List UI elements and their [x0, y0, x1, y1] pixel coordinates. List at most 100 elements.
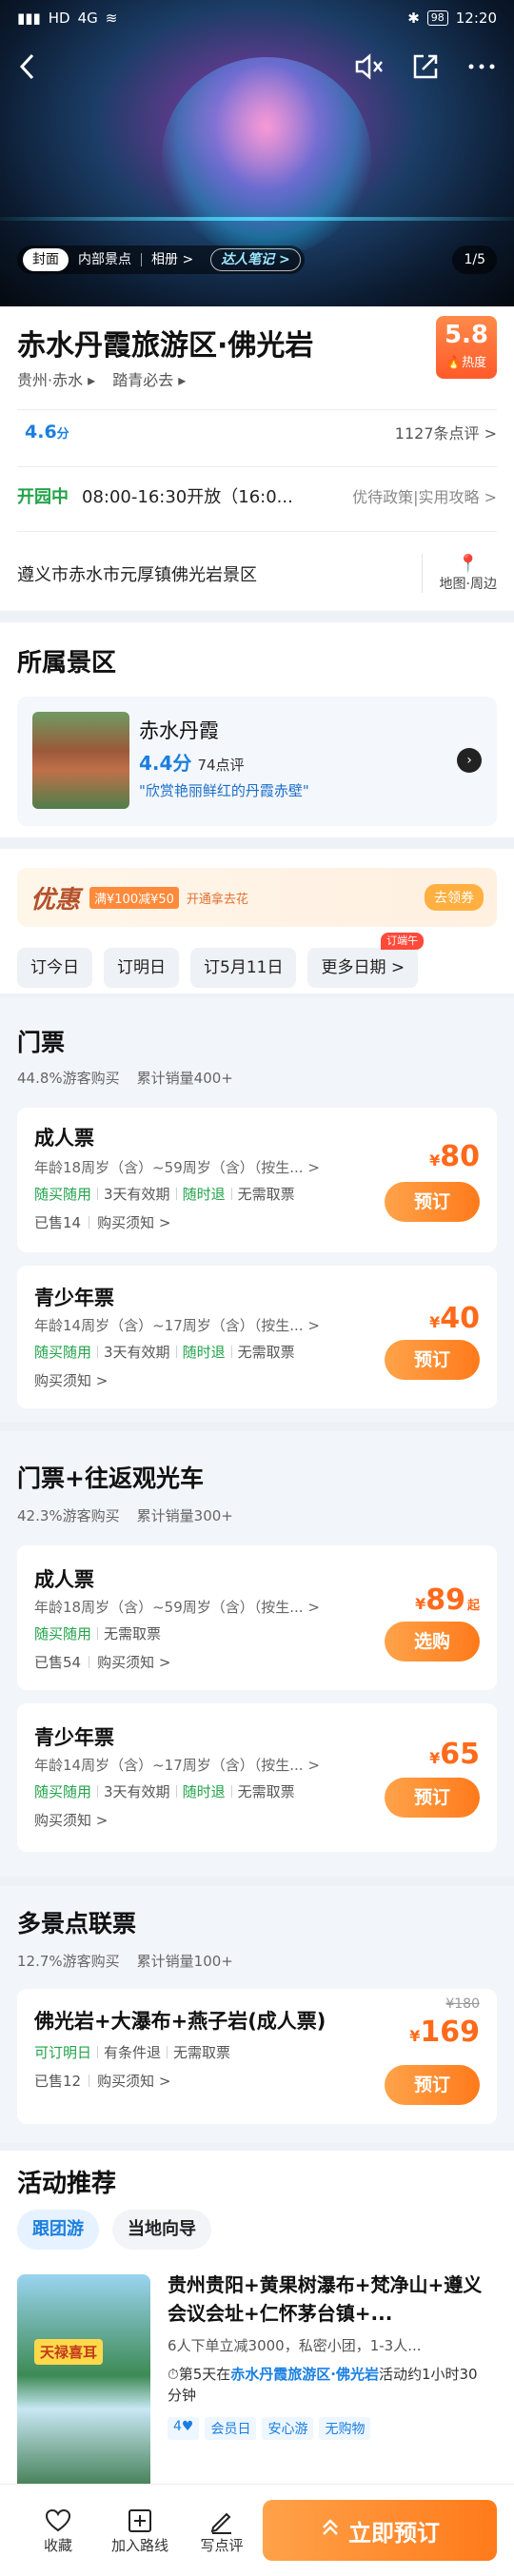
ticket-tags: 随买随用 3天有效期 随时退 无需取票 [34, 1783, 295, 1800]
ticket-card[interactable]: 成人票 年龄18周岁（含）~59周岁（含）（按生... > 随买随用 无需取票 … [17, 1545, 497, 1690]
ticket-card[interactable]: 成人票 年龄18周岁（含）~59周岁（含）（按生... > 随买随用 3天有效期… [17, 1108, 497, 1252]
date-selector: 订今日 订明日 订5月11日 更多日期 > 订端午 [17, 933, 425, 988]
add-route-button[interactable]: 加入路线 [99, 2507, 181, 2555]
status-bar: ▮▮▮ HD 4G ≋ ✱ 98 12:20 [0, 0, 514, 36]
heat-score: 5.8 [444, 321, 489, 349]
location-tags: 贵州·赤水 ▸ 踏青必去 ▸ [17, 367, 186, 390]
promo-banner[interactable]: 优惠 满¥100减¥50 开通拿去花 去领券 [17, 868, 497, 927]
divider [17, 466, 497, 467]
back-icon[interactable] [17, 52, 38, 81]
favorite-button[interactable]: 收藏 [17, 2507, 99, 2555]
group-stats: 42.3%游客购买 累计销量300+ [17, 1507, 233, 1524]
ticket-meta: 已售14 购买须知 > [34, 1212, 171, 1232]
book-now-button[interactable]: 立即预订 [263, 2500, 497, 2561]
chevron-right-icon[interactable]: › [457, 748, 482, 773]
activity-desc: 6人下单立减3000，私密小团，1-3人... [168, 2337, 422, 2354]
holiday-tag: 订端午 [381, 933, 425, 950]
activity-badges: 4♥ 会员日 安心游 无购物 [168, 2417, 371, 2440]
ticket-age[interactable]: 年龄14周岁（含）~17周岁（含）（按生... > [34, 1755, 320, 1775]
tab-group-tour[interactable]: 跟团游 [17, 2210, 99, 2250]
flame-icon: 🔥 [445, 356, 463, 370]
opening-hours: 08:00-16:30开放（16:0... [82, 487, 293, 507]
map-label: 地图·周边 [439, 577, 497, 592]
map-button[interactable]: 📍 地图·周边 [421, 554, 497, 593]
coupon-badge: 满¥100减¥50 [89, 886, 179, 909]
write-review-button[interactable]: 写点评 [181, 2507, 263, 2555]
book-button[interactable]: 预订 [385, 1182, 480, 1222]
heart-plus-icon [17, 2507, 99, 2535]
region-link[interactable]: 贵州·赤水 ▸ [17, 367, 95, 390]
tab-cover[interactable]: 封面 [23, 248, 69, 271]
nav-bar [0, 42, 514, 91]
claim-coupon-button[interactable]: 去领券 [425, 884, 484, 911]
purchase-notes-link[interactable]: 购买须知 > [97, 2071, 170, 2091]
share-icon[interactable] [411, 52, 440, 81]
ticket-meta: 已售54 购买须知 > [34, 1652, 171, 1672]
expert-notes-button[interactable]: 达人笔记 > [210, 248, 301, 271]
rating-row[interactable]: 4.6分 1127条点评 > [17, 421, 497, 443]
book-button[interactable]: 预订 [385, 1778, 480, 1818]
route-plus-icon [99, 2507, 181, 2535]
opening-hours-row[interactable]: 开园中 08:00-16:30开放（16:0... 优待政策|实用攻略 > [17, 483, 497, 508]
ticket-price: ¥80 [429, 1140, 480, 1173]
scenic-quote: "欣赏艳丽鲜红的丹霞赤壁" [139, 782, 309, 799]
ticket-name: 佛光岩+大瀑布+燕子岩(成人票) [34, 2010, 326, 2033]
image-counter: 1/5 [452, 246, 497, 274]
scenic-name: 赤水丹霞 [139, 719, 219, 742]
activity-card[interactable]: 天禄喜耳 贵州贵阳+黄果树瀑布+梵净山+遵义会议会址+仁怀茅台镇+... 6人下… [17, 2271, 497, 2499]
purchase-notes-link[interactable]: 购买须知 > [97, 1652, 170, 1672]
group-stats: 44.8%游客购买 累计销量400+ [17, 1070, 233, 1087]
promo-logo: 优惠 [30, 885, 81, 914]
carrier-label: HD [48, 10, 70, 27]
tab-local-guide[interactable]: 当地向导 [112, 2210, 211, 2250]
ticket-tags: 随买随用 3天有效期 随时退 无需取票 [34, 1344, 295, 1361]
purchase-notes-link[interactable]: 购买须知 > [97, 1212, 170, 1232]
ticket-age[interactable]: 年龄18周岁（含）~59周岁（含）（按生... > [34, 1597, 320, 1617]
review-count[interactable]: 1127条点评 > [395, 421, 497, 443]
ticket-card[interactable]: 青少年票 年龄14周岁（含）~17周岁（含）（按生... > 随买随用 3天有效… [17, 1703, 497, 1852]
activity-title: 活动推荐 [17, 2170, 117, 2198]
ticket-name: 青少年票 [34, 1726, 114, 1749]
ranking-tag[interactable]: 踏青必去 ▸ [112, 367, 186, 390]
divider [17, 409, 497, 410]
ticket-meta: 已售12 购买须知 > [34, 2071, 171, 2091]
pen-icon [181, 2507, 263, 2535]
bottom-action-bar: 收藏 加入路线 写点评 立即预订 [0, 2484, 514, 2576]
ticket-price: ¥89 起 [415, 1583, 480, 1617]
ticket-age[interactable]: 年龄18周岁（含）~59周岁（含）（按生... > [34, 1157, 320, 1177]
select-button[interactable]: 选购 [385, 1622, 480, 1662]
bluetooth-icon: ✱ [407, 10, 420, 27]
purchase-notes-link[interactable]: 购买须知 > [34, 1370, 108, 1390]
date-chip-more[interactable]: 更多日期 > 订端午 [307, 933, 425, 988]
activity-badge: 天禄喜耳 [34, 2339, 104, 2365]
group-title: 门票 [17, 1029, 66, 1056]
group-title: 多景点联票 [17, 1910, 137, 1937]
purchase-notes-link[interactable]: 购买须知 > [34, 1810, 108, 1830]
page-title: 赤水丹霞旅游区·佛光岩 [17, 329, 314, 363]
rating-score: 4.6分 [25, 422, 69, 442]
mute-icon[interactable] [354, 52, 385, 81]
scenic-area-card[interactable]: 赤水丹霞 4.4分 74点评 "欣赏艳丽鲜红的丹霞赤壁" › [17, 697, 497, 826]
activity-day: ⏱第5天在赤水丹霞旅游区·佛光岩活动约1小时30分钟 [168, 2366, 478, 2404]
ticket-meta: 购买须知 > [34, 1370, 108, 1390]
date-chip-tomorrow[interactable]: 订明日 [104, 948, 179, 988]
ticket-card[interactable]: 青少年票 年龄14周岁（含）~17周岁（含）（按生... > 随买随用 3天有效… [17, 1266, 497, 1408]
more-icon[interactable] [466, 52, 497, 81]
ticket-price: ¥40 [429, 1302, 480, 1335]
policy-link[interactable]: 优待政策|实用攻略 > [352, 484, 497, 507]
heat-badge[interactable]: 5.8 🔥热度 [436, 316, 497, 379]
scenic-reviews: 74点评 [197, 757, 245, 774]
date-chip-today[interactable]: 订今日 [17, 948, 92, 988]
book-button[interactable]: 预订 [385, 1340, 480, 1380]
heat-label: 热度 [462, 356, 487, 370]
book-button[interactable]: 预订 [385, 2065, 480, 2105]
ticket-card[interactable]: 佛光岩+大瀑布+燕子岩(成人票) 可订明日 有条件退 无需取票 已售12 购买须… [17, 1989, 497, 2124]
scenic-thumbnail [32, 712, 129, 809]
ticket-age[interactable]: 年龄14周岁（含）~17周岁（含）（按生... > [34, 1315, 320, 1335]
address-row[interactable]: 遵义市赤水市元厚镇佛光岩景区 📍 地图·周边 [17, 554, 497, 593]
date-chip-may11[interactable]: 订5月11日 [190, 948, 297, 988]
tab-inner-spots[interactable]: 内部景点 [69, 246, 141, 274]
divider [17, 531, 497, 532]
tab-album[interactable]: 相册 > [142, 246, 203, 274]
hero-tab-bar: 封面 内部景点 相册 > 达人笔记 > [17, 246, 305, 274]
